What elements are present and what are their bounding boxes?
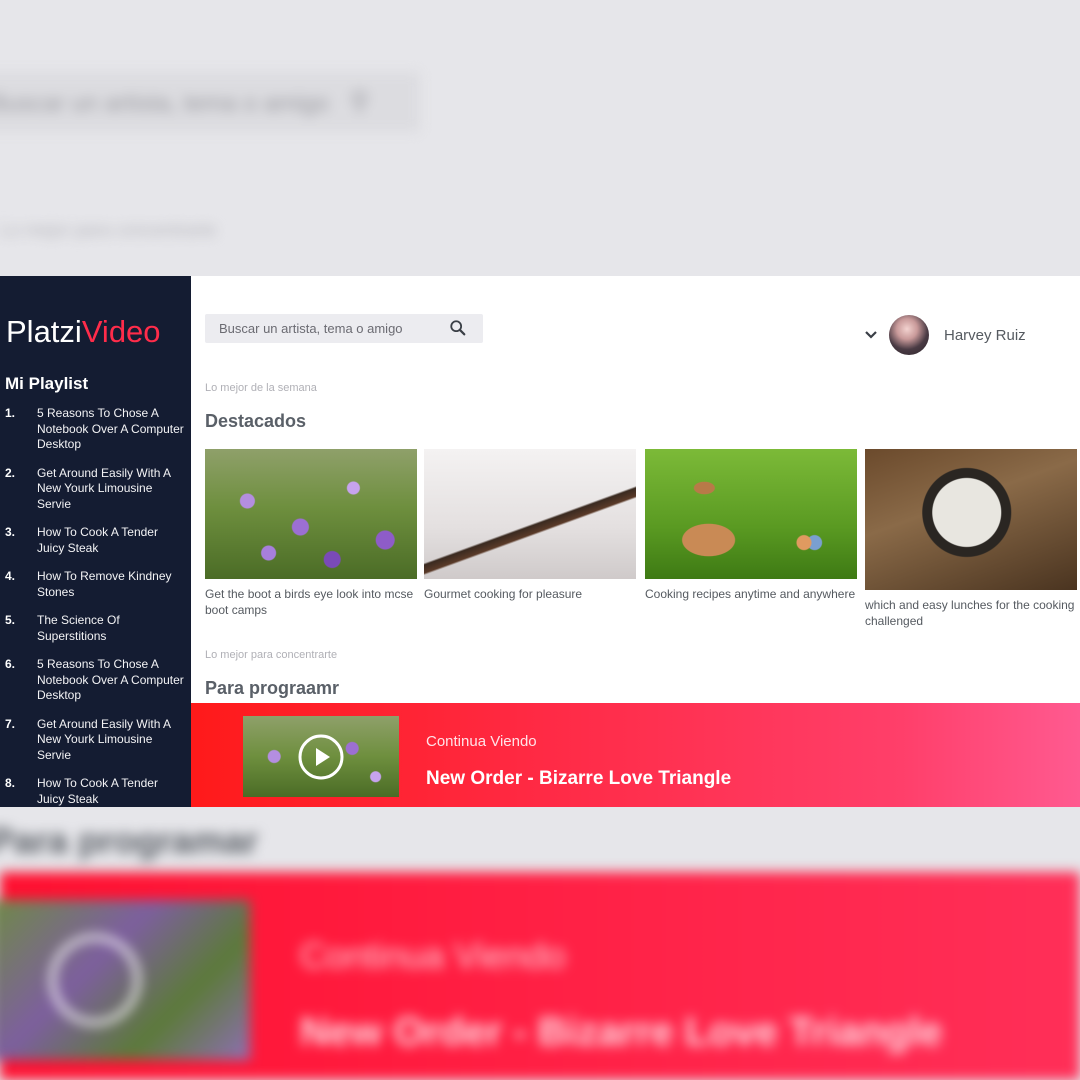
chevron-down-icon[interactable] bbox=[863, 327, 879, 343]
sidebar: PlatziVideo Mi Playlist 1. 5 Reasons To C… bbox=[0, 276, 191, 807]
playlist-item-number: 7. bbox=[5, 716, 16, 731]
now-playing-thumbnail[interactable] bbox=[243, 716, 399, 797]
bg-heading: Para programar bbox=[0, 820, 259, 861]
search-icon[interactable] bbox=[449, 319, 467, 337]
video-card[interactable]: Gourmet cooking for pleasure bbox=[424, 449, 636, 602]
playlist-item[interactable]: 5. The Science Of Superstitions bbox=[5, 613, 185, 644]
playlist-item-label: How To Cook A Tender Juicy Steak bbox=[37, 525, 158, 555]
bg-search-box: Buscar un artista, tema o amigo ⚲ bbox=[0, 72, 420, 132]
playlist-item-label: 5 Reasons To Chose A Notebook Over A Com… bbox=[37, 406, 184, 451]
playlist-title: Mi Playlist bbox=[5, 374, 89, 393]
search-input[interactable] bbox=[217, 320, 441, 337]
playlist-item-label: Get Around Easily With A New Yourk Limou… bbox=[37, 465, 171, 511]
user-name: Harvey Ruiz bbox=[944, 326, 1026, 344]
playlist-item-number: 4. bbox=[5, 569, 16, 583]
playlist-item-label: The Science Of Superstitions bbox=[37, 613, 120, 643]
bg-continue-label: Continua Viendo bbox=[300, 935, 566, 976]
bg-caption: Lo mejor para concentrarte bbox=[0, 220, 217, 240]
playlist-item[interactable]: 2. Get Around Easily With A New Yourk Lim… bbox=[5, 466, 185, 513]
bg-play-icon bbox=[50, 935, 140, 1025]
now-playing-bar[interactable]: Continua Viendo New Order - Bizarre Love… bbox=[191, 703, 1080, 807]
logo-part-video: Video bbox=[81, 314, 161, 349]
playlist-item-number: 5. bbox=[5, 613, 16, 627]
featured-title: Destacados bbox=[205, 411, 307, 431]
logo[interactable]: PlatziVideo bbox=[6, 314, 161, 350]
playlist-item-number: 6. bbox=[5, 657, 16, 671]
playlist-item[interactable]: 6. 5 Reasons To Chose A Notebook Over A C… bbox=[5, 657, 185, 704]
bg-song-title: New Order - Bizarre Love Triangle bbox=[300, 1010, 943, 1054]
playlist-item-number: 2. bbox=[5, 465, 16, 480]
card-thumbnail[interactable] bbox=[424, 449, 636, 579]
featured-subtitle: Lo mejor de la semana bbox=[205, 382, 317, 394]
card-caption: Gourmet cooking for pleasure bbox=[424, 587, 583, 601]
card-thumbnail[interactable] bbox=[205, 449, 417, 579]
user-menu[interactable]: Harvey Ruiz bbox=[863, 314, 1026, 356]
card-caption: which and easy lunches for the cooking c… bbox=[865, 598, 1075, 628]
search-box bbox=[205, 314, 483, 343]
playlist-item[interactable]: 3. How To Cook A Tender Juicy Steak bbox=[5, 525, 185, 556]
playlist-item-number: 1. bbox=[5, 406, 16, 420]
card-caption: Cooking recipes anytime and anywhere bbox=[645, 587, 856, 601]
card-thumbnail[interactable] bbox=[865, 449, 1077, 590]
playlist-item[interactable]: 8. How To Cook A Tender Juicy Steak bbox=[5, 776, 185, 807]
bg-search-text: Buscar un artista, tema o amigo bbox=[0, 90, 329, 117]
playlist-item-number: 3. bbox=[5, 525, 16, 539]
playlist-item[interactable]: 1. 5 Reasons To Chose A Notebook Over A C… bbox=[5, 406, 185, 453]
play-icon[interactable] bbox=[297, 733, 345, 781]
playlist-item-label: 5 Reasons To Chose A Notebook Over A Com… bbox=[37, 657, 184, 702]
playlist-item-label: How To Cook A Tender Juicy Steak bbox=[37, 776, 158, 806]
card-caption: Get the boot a birds eye look into mcse … bbox=[205, 587, 414, 617]
card-thumbnail[interactable] bbox=[645, 449, 857, 579]
focus-title: Para prograamr bbox=[205, 678, 340, 698]
playlist-item[interactable]: 4. How To Remove Kindney Stones bbox=[5, 569, 185, 600]
bg-search-icon: ⚲ bbox=[350, 86, 370, 116]
playlist: 1. 5 Reasons To Chose A Notebook Over A C… bbox=[5, 406, 185, 807]
logo-part-platzi: Platzi bbox=[6, 314, 82, 349]
now-playing-title[interactable]: New Order - Bizarre Love Triangle bbox=[426, 768, 731, 790]
playlist-item-label: How To Remove Kindney Stones bbox=[37, 569, 172, 599]
playlist-item-number: 8. bbox=[5, 776, 16, 790]
continue-watching-label: Continua Viendo bbox=[426, 733, 537, 750]
video-card[interactable]: which and easy lunches for the cooking c… bbox=[865, 449, 1077, 629]
playlist-item-label: Get Around Easily With A New Yourk Limou… bbox=[37, 716, 171, 762]
focus-subtitle: Lo mejor para concentrarte bbox=[205, 649, 338, 661]
video-card[interactable]: Get the boot a birds eye look into mcse … bbox=[205, 449, 417, 618]
playlist-item[interactable]: 7. Get Around Easily With A New Yourk Lim… bbox=[5, 717, 185, 764]
avatar[interactable] bbox=[889, 315, 929, 355]
video-card[interactable]: Cooking recipes anytime and anywhere bbox=[645, 449, 857, 602]
